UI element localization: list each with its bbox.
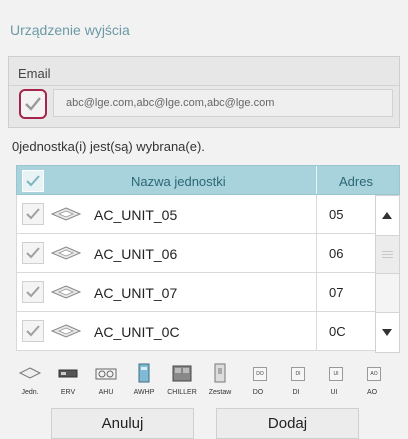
unit-list: AC_UNIT_05 05 AC_UNIT_06 06 AC_UNIT_07 0…: [16, 195, 400, 353]
row-divider: [316, 273, 317, 312]
column-header-address[interactable]: Adres: [339, 174, 373, 189]
dialog-title: Urządzenie wyjścia: [10, 22, 130, 38]
cassette-ac-icon: [51, 246, 81, 260]
column-header-name[interactable]: Nazwa jednostki: [131, 174, 226, 189]
table-row[interactable]: AC_UNIT_07 07: [16, 273, 375, 312]
email-value: abc@lge.com,abc@lge.com,abc@lge.com: [66, 97, 275, 109]
cassette-ac-icon: [51, 324, 81, 338]
selection-count-text: 0jednostka(i) jest(są) wybrana(e).: [12, 139, 205, 154]
ahu-icon: [95, 368, 117, 380]
grip-line: [382, 251, 393, 252]
row-divider: [316, 312, 317, 351]
ui-icon: UI: [322, 362, 346, 384]
table-row[interactable]: AC_UNIT_06 06: [16, 234, 375, 273]
email-checkbox[interactable]: [19, 89, 47, 119]
cassette-ac-icon: [51, 285, 81, 299]
cassette-ac-icon: [18, 367, 42, 379]
unit-address: 07: [329, 285, 344, 300]
cancel-button[interactable]: Anuluj: [51, 408, 194, 439]
table-row[interactable]: AC_UNIT_05 05: [16, 195, 375, 234]
list-scrollbar[interactable]: [375, 195, 400, 353]
add-button[interactable]: Dodaj: [216, 408, 359, 439]
grip-line: [382, 254, 393, 255]
email-divider: [9, 85, 399, 86]
filter-ao[interactable]: AO AO: [352, 360, 392, 400]
checkmark-icon: [26, 247, 40, 259]
unit-address: 06: [329, 246, 344, 261]
grip-line: [382, 257, 393, 258]
unit-name: AC_UNIT_07: [94, 285, 178, 301]
checkmark-icon: [25, 97, 41, 111]
filter-label: AO: [366, 389, 378, 396]
scroll-down-button[interactable]: [376, 312, 399, 352]
row-divider: [316, 195, 317, 234]
unit-address: 0C: [329, 324, 346, 339]
row-checkbox[interactable]: [22, 242, 44, 264]
di-icon: DI: [284, 362, 308, 384]
row-checkbox[interactable]: [22, 320, 44, 342]
chevron-down-icon: [382, 329, 392, 336]
email-label: Email: [18, 66, 51, 81]
unit-address: 05: [329, 207, 344, 222]
unit-table: Nazwa jednostki Adres AC_UNIT_05 05 AC_U…: [16, 165, 400, 355]
table-row[interactable]: AC_UNIT_0C 0C: [16, 312, 375, 351]
row-checkbox[interactable]: [22, 203, 44, 225]
table-header: Nazwa jednostki Adres: [16, 165, 400, 195]
unit-name: AC_UNIT_05: [94, 207, 178, 223]
chiller-icon: [172, 365, 192, 382]
email-field[interactable]: abc@lge.com,abc@lge.com,abc@lge.com: [53, 89, 393, 117]
zestaw-icon: [214, 363, 226, 383]
checkmark-icon: [26, 286, 40, 298]
checkmark-icon: [26, 175, 40, 187]
output-device-dialog: Urządzenie wyjścia Email abc@lge.com,abc…: [0, 0, 408, 439]
unit-name: AC_UNIT_0C: [94, 324, 180, 340]
row-divider: [316, 234, 317, 273]
header-divider: [316, 166, 317, 194]
email-panel: Email abc@lge.com,abc@lge.com,abc@lge.co…: [8, 56, 400, 128]
checkmark-icon: [26, 208, 40, 220]
select-all-checkbox[interactable]: [22, 170, 44, 192]
ao-icon: AO: [360, 362, 384, 384]
erv-icon: [58, 369, 78, 378]
unit-type-filter-bar: Jedn. ERV AHU AWHP CHILLER Zestaw DO DO …: [8, 360, 400, 400]
chevron-up-icon: [382, 212, 392, 219]
row-checkbox[interactable]: [22, 281, 44, 303]
awhp-icon: [138, 363, 150, 383]
do-icon: DO: [246, 362, 270, 384]
scroll-up-button[interactable]: [376, 196, 399, 236]
cassette-ac-icon: [51, 207, 81, 221]
checkmark-icon: [26, 325, 40, 337]
scroll-thumb[interactable]: [376, 236, 399, 274]
unit-name: AC_UNIT_06: [94, 246, 178, 262]
